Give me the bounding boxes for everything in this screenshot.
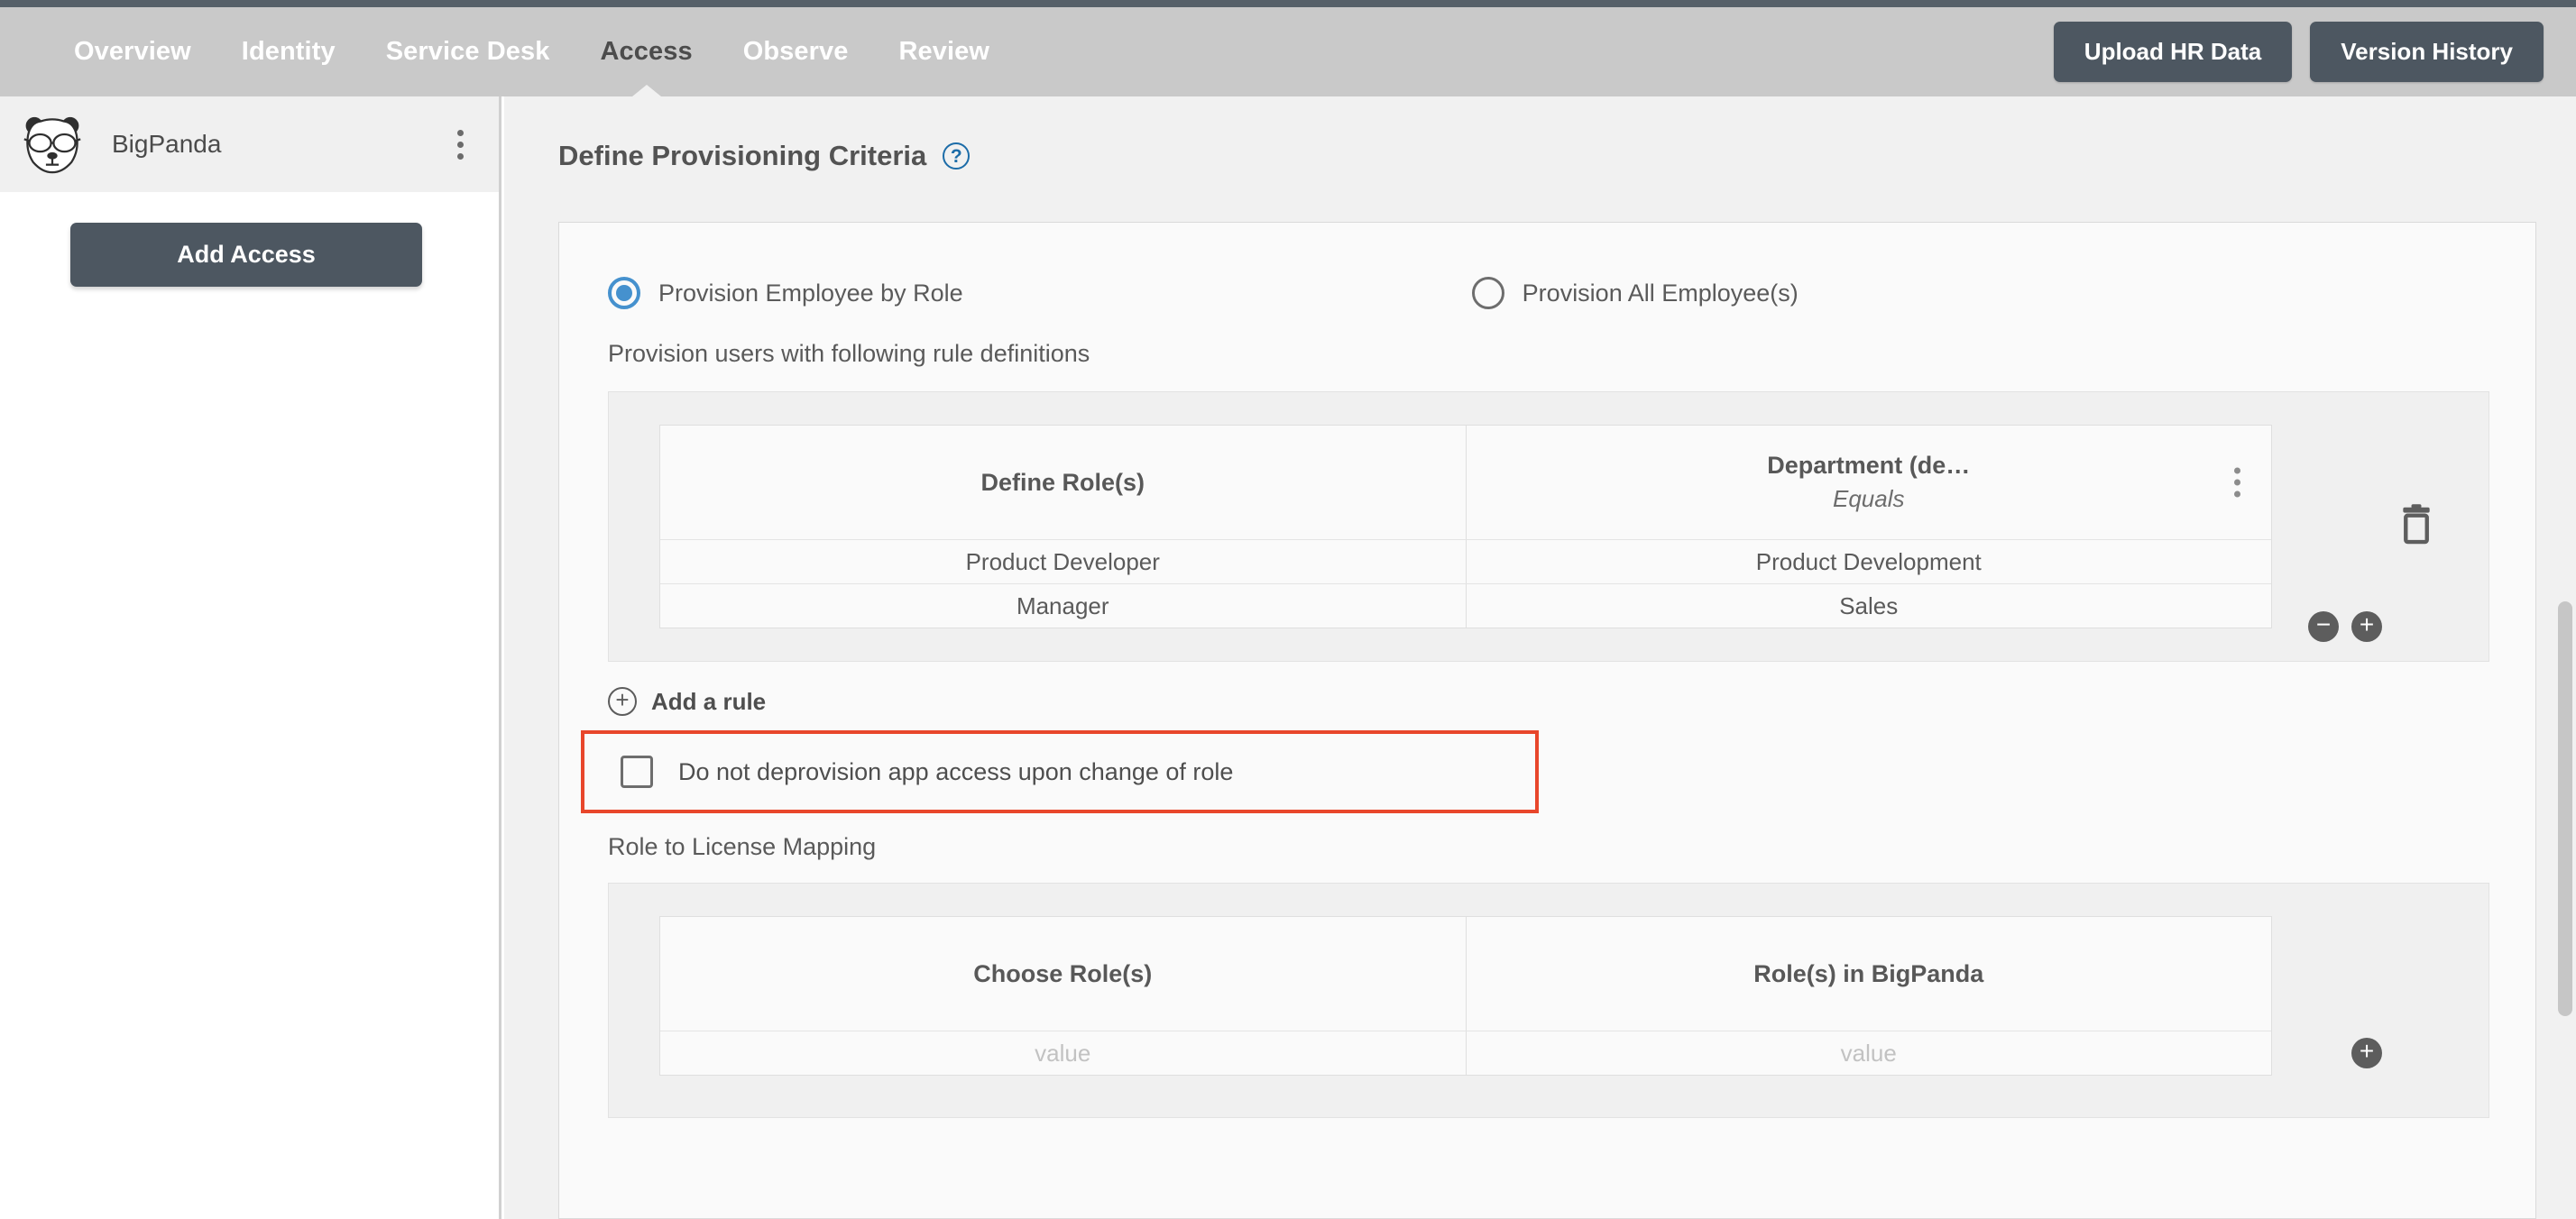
role-license-mapping-title: Role to License Mapping — [608, 833, 877, 860]
app-kebab-menu-icon[interactable] — [445, 124, 475, 164]
table-row: value value — [660, 1031, 2271, 1075]
app-name-label: BigPanda — [112, 130, 222, 158]
tab-identity[interactable]: Identity — [216, 7, 361, 96]
sidebar-app-header: BigPanda — [0, 96, 499, 192]
add-access-button[interactable]: Add Access — [70, 223, 422, 287]
tab-observe[interactable]: Observe — [718, 7, 874, 96]
radio-provision-by-role[interactable]: Provision Employee by Role — [608, 277, 963, 309]
row-controls: − + — [2308, 611, 2382, 642]
cell-role[interactable]: Product Developer — [660, 540, 1466, 583]
add-mapping-row-plus-circle-icon[interactable]: + — [2351, 1038, 2382, 1068]
mapping-column-roles-in-app[interactable]: Role(s) in BigPanda — [1465, 917, 2272, 1031]
column-kebab-menu-icon[interactable] — [2234, 467, 2240, 498]
column-title: Define Role(s) — [980, 468, 1145, 496]
top-navigation-bar: Overview Identity Service Desk Access Ob… — [0, 7, 2576, 96]
add-rule-label: Add a rule — [651, 687, 767, 715]
provision-mode-radio-group: Provision Employee by Role Provision All… — [559, 223, 2535, 309]
radio-unselected-icon — [1471, 277, 1504, 309]
version-history-button[interactable]: Version History — [2310, 22, 2544, 82]
tab-overview[interactable]: Overview — [49, 7, 216, 96]
cell-department[interactable]: Product Development — [1465, 540, 2272, 583]
add-a-rule-button[interactable]: + Add a rule — [608, 687, 766, 716]
tab-label: Review — [898, 37, 990, 66]
rule-table-header: Define Role(s) Department (de… Equals — [660, 426, 2271, 539]
tab-access[interactable]: Access — [575, 7, 718, 96]
top-accent-bar — [0, 0, 2576, 7]
radio-label: Provision Employee by Role — [658, 279, 963, 307]
tab-review[interactable]: Review — [873, 7, 1015, 96]
tab-label: Identity — [241, 37, 336, 66]
panda-logo-icon — [23, 116, 81, 174]
role-license-mapping-block: Choose Role(s) Role(s) in BigPanda value… — [608, 883, 2489, 1118]
add-access-container: Add Access — [0, 192, 499, 287]
column-title: Choose Role(s) — [973, 959, 1153, 987]
rule-table: Define Role(s) Department (de… Equals Pr… — [659, 425, 2272, 628]
vertical-scrollbar-track[interactable] — [2553, 96, 2576, 1219]
remove-row-minus-circle-icon[interactable]: − — [2308, 611, 2339, 642]
cell-choose-role-value[interactable]: value — [660, 1031, 1466, 1075]
add-row-plus-circle-icon[interactable]: + — [2351, 611, 2382, 642]
provisioning-card: Provision Employee by Role Provision All… — [558, 222, 2536, 1219]
rule-definition-block: Define Role(s) Department (de… Equals Pr… — [608, 391, 2489, 662]
rule-column-define-roles[interactable]: Define Role(s) — [660, 426, 1466, 539]
cell-role[interactable]: Manager — [660, 584, 1466, 628]
rule-definitions-subtitle: Provision users with following rule defi… — [608, 340, 1090, 367]
tab-label: Overview — [74, 37, 191, 66]
table-row: Product Developer Product Development — [660, 539, 2271, 583]
nav-tab-list: Overview Identity Service Desk Access Ob… — [49, 7, 1015, 96]
column-title: Department (de… — [1767, 452, 1971, 479]
cell-department[interactable]: Sales — [1465, 584, 2272, 628]
radio-provision-all[interactable]: Provision All Employee(s) — [1471, 277, 1799, 309]
tab-service-desk[interactable]: Service Desk — [361, 7, 575, 96]
rule-column-department[interactable]: Department (de… Equals — [1465, 426, 2272, 539]
plus-circle-icon: + — [608, 687, 637, 716]
deprovision-option-highlight: Do not deprovision app access upon chang… — [581, 730, 1539, 813]
deprovision-label: Do not deprovision app access upon chang… — [678, 757, 1234, 785]
upload-hr-data-button[interactable]: Upload HR Data — [2053, 22, 2293, 82]
radio-label: Provision All Employee(s) — [1522, 279, 1799, 307]
sidebar: BigPanda Add Access — [0, 96, 501, 1219]
help-question-icon[interactable]: ? — [943, 142, 971, 170]
section-header: Define Provisioning Criteria ? — [504, 96, 2562, 172]
delete-rule-trash-icon[interactable] — [2397, 502, 2436, 547]
table-row: Manager Sales — [660, 583, 2271, 628]
main-content: Define Provisioning Criteria ? Provision… — [504, 96, 2562, 1219]
cell-app-role-value[interactable]: value — [1465, 1031, 2272, 1075]
do-not-deprovision-checkbox[interactable] — [621, 756, 653, 788]
radio-selected-icon — [608, 277, 640, 309]
column-operator: Equals — [1833, 485, 1905, 512]
tab-label: Observe — [742, 37, 849, 66]
mapping-table-header: Choose Role(s) Role(s) in BigPanda — [660, 917, 2271, 1031]
nav-action-buttons: Upload HR Data Version History — [2053, 7, 2544, 96]
mapping-row-controls: + — [2351, 1038, 2382, 1068]
tab-label: Access — [600, 37, 693, 66]
mapping-column-choose-roles[interactable]: Choose Role(s) — [660, 917, 1466, 1031]
mapping-table: Choose Role(s) Role(s) in BigPanda value… — [659, 916, 2272, 1076]
column-title: Role(s) in BigPanda — [1753, 959, 1984, 987]
page-title: Define Provisioning Criteria — [558, 140, 927, 171]
vertical-scrollbar-thumb[interactable] — [2558, 601, 2572, 1016]
tab-label: Service Desk — [385, 37, 550, 66]
